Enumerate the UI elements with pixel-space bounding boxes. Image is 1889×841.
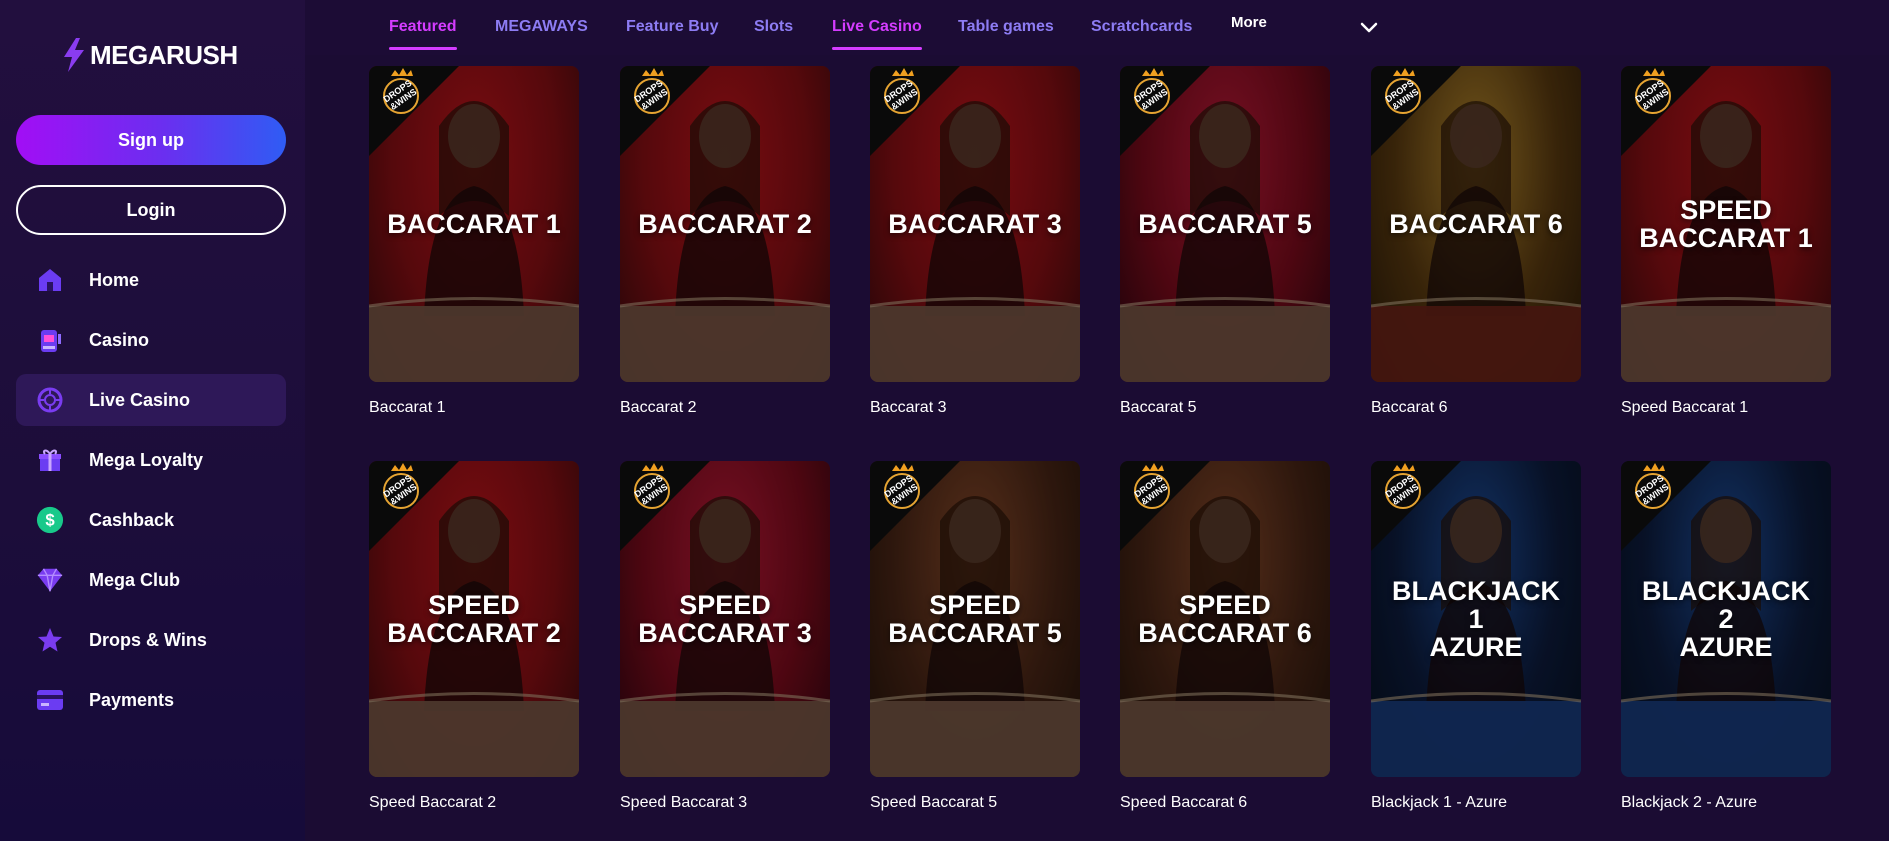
category-nav: Featured MEGAWAYS Feature Buy Slots Live… [305,0,1889,55]
drops-wins-badge: DROPS &WINS [1120,461,1210,551]
brand-name: MEGARUSH [90,39,238,70]
game-tile[interactable]: DROPS &WINS SPEED BACCARAT 3 [620,461,830,777]
tab-megaways[interactable]: MEGAWAYS [495,18,588,36]
sidebar: MEGARUSH Sign up Login Home Casino Live … [0,0,305,841]
dollar-icon: $ [36,506,64,534]
game-art-title: SPEED BACCARAT 5 [888,590,1062,648]
sidebar-item-drops-wins[interactable]: Drops & Wins [16,614,286,666]
drops-wins-badge: DROPS &WINS [1371,461,1461,551]
drops-wins-badge: DROPS &WINS [1371,66,1461,156]
game-title[interactable]: Baccarat 5 [1120,399,1196,417]
game-art-title: BLACKJACK 2 AZURE [1642,576,1810,662]
game-tile[interactable]: DROPS &WINS BACCARAT 6 [1371,66,1581,382]
sidebar-item-payments[interactable]: Payments [16,674,286,726]
game-tile[interactable]: DROPS &WINS SPEED BACCARAT 2 [369,461,579,777]
sidebar-item-label: Mega Club [89,569,181,590]
sidebar-item-home[interactable]: Home [16,254,286,306]
drops-wins-badge: DROPS &WINS [870,66,960,156]
svg-text:$: $ [45,511,55,530]
sidebar-item-mega-loyalty[interactable]: Mega Loyalty [16,434,286,486]
game-title[interactable]: Speed Baccarat 6 [1120,794,1247,812]
game-tile[interactable]: DROPS &WINS BACCARAT 2 [620,66,830,382]
drops-wins-badge: DROPS &WINS [1621,66,1711,156]
tab-slots[interactable]: Slots [754,18,793,36]
brand-logo[interactable]: MEGARUSH [62,38,238,72]
gift-icon [36,446,64,474]
game-tile[interactable]: DROPS &WINS SPEED BACCARAT 1 [1621,66,1831,382]
game-art-title: SPEED BACCARAT 1 [1639,195,1813,253]
drops-wins-badge: DROPS &WINS [620,66,710,156]
tab-live-casino[interactable]: Live Casino [832,18,922,50]
tab-more[interactable]: More [1231,14,1267,31]
game-tile[interactable]: DROPS &WINS SPEED BACCARAT 6 [1120,461,1330,777]
game-art-title: BACCARAT 5 [1138,209,1312,239]
drops-wins-badge: DROPS &WINS [620,461,710,551]
tab-featured[interactable]: Featured [389,18,457,50]
game-art-title: BACCARAT 3 [888,209,1062,239]
sidebar-item-cashback[interactable]: $ Cashback [16,494,286,546]
live-casino-icon [36,386,64,414]
drops-wins-badge: DROPS &WINS [1120,66,1210,156]
slot-machine-icon [36,326,64,354]
game-title[interactable]: Baccarat 6 [1371,399,1447,417]
game-title[interactable]: Speed Baccarat 3 [620,794,747,812]
game-title[interactable]: Baccarat 2 [620,399,696,417]
sidebar-item-casino[interactable]: Casino [16,314,286,366]
drops-wins-badge: DROPS &WINS [870,461,960,551]
game-art-title: BACCARAT 2 [638,209,812,239]
drops-wins-badge: DROPS &WINS [369,461,459,551]
game-tile[interactable]: DROPS &WINS BACCARAT 1 [369,66,579,382]
game-art-title: BACCARAT 1 [387,209,561,239]
sidebar-nav: Home Casino Live Casino Mega Loyalty $ C… [16,254,286,734]
login-button[interactable]: Login [16,185,286,235]
drops-wins-badge: DROPS &WINS [369,66,459,156]
game-title[interactable]: Blackjack 1 - Azure [1371,794,1507,812]
tab-table-games[interactable]: Table games [958,18,1054,36]
game-art-title: SPEED BACCARAT 6 [1138,590,1312,648]
game-title[interactable]: Speed Baccarat 1 [1621,399,1748,417]
chevron-down-icon[interactable] [1358,16,1380,38]
sidebar-item-mega-club[interactable]: Mega Club [16,554,286,606]
game-title[interactable]: Baccarat 1 [369,399,445,417]
game-tile[interactable]: DROPS &WINS BACCARAT 5 [1120,66,1330,382]
game-art-title: SPEED BACCARAT 3 [638,590,812,648]
sidebar-item-label: Payments [89,689,175,710]
tab-scratchcards[interactable]: Scratchcards [1091,18,1192,36]
sidebar-item-label: Cashback [89,509,175,530]
card-icon [36,686,64,714]
game-art-title: BACCARAT 6 [1389,209,1563,239]
sidebar-item-live-casino[interactable]: Live Casino [16,374,286,426]
game-title[interactable]: Speed Baccarat 5 [870,794,997,812]
game-title[interactable]: Baccarat 3 [870,399,946,417]
sidebar-item-label: Drops & Wins [89,629,207,650]
sidebar-item-label: Live Casino [89,389,191,410]
sidebar-item-label: Home [89,269,140,290]
game-art-title: BLACKJACK 1 AZURE [1392,576,1560,662]
sidebar-item-label: Casino [89,329,150,350]
game-tile[interactable]: DROPS &WINS BACCARAT 3 [870,66,1080,382]
bolt-icon [64,38,84,72]
game-art-title: SPEED BACCARAT 2 [387,590,561,648]
game-tile[interactable]: DROPS &WINS BLACKJACK 1 AZURE [1371,461,1581,777]
tab-feature-buy[interactable]: Feature Buy [626,18,718,36]
home-icon [36,266,64,294]
drops-wins-badge: DROPS &WINS [1621,461,1711,551]
signup-button[interactable]: Sign up [16,115,286,165]
diamond-icon [36,566,64,594]
sidebar-item-label: Mega Loyalty [89,449,204,470]
game-title[interactable]: Speed Baccarat 2 [369,794,496,812]
game-title[interactable]: Blackjack 2 - Azure [1621,794,1757,812]
star-icon [36,626,64,654]
game-tile[interactable]: DROPS &WINS BLACKJACK 2 AZURE [1621,461,1831,777]
game-tile[interactable]: DROPS &WINS SPEED BACCARAT 5 [870,461,1080,777]
